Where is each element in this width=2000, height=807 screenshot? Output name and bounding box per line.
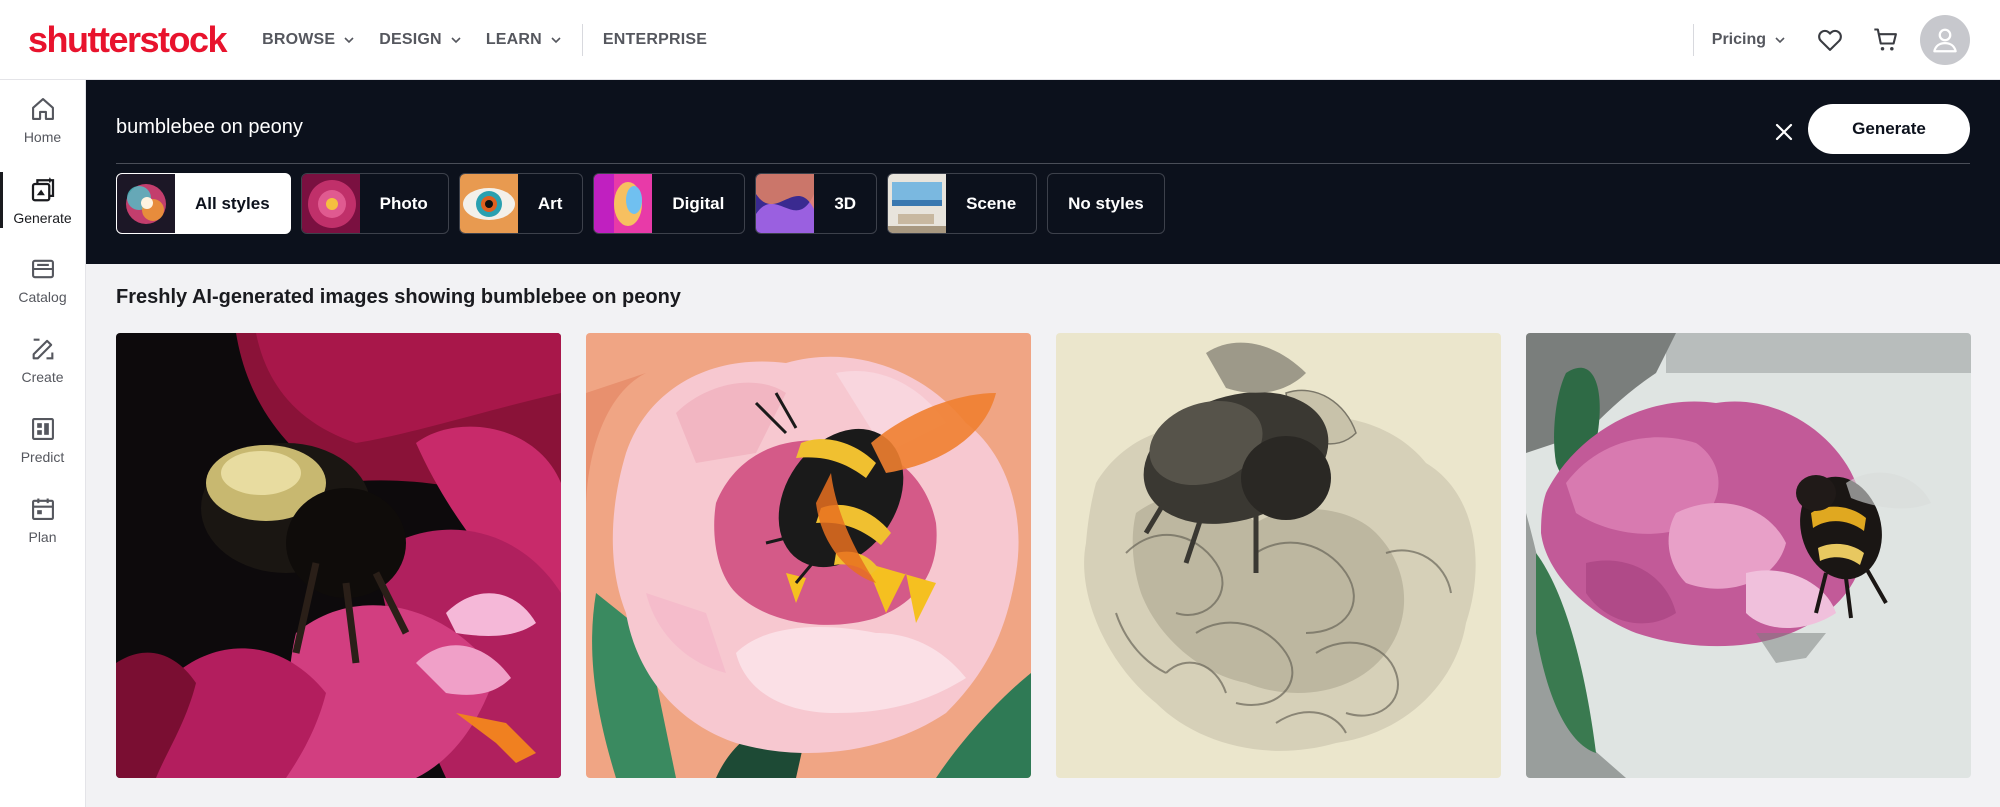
cart-icon [1874, 27, 1897, 50]
style-chip-no-styles[interactable]: No styles [1047, 173, 1165, 234]
3d-thumbnail [756, 174, 815, 233]
nav-enterprise[interactable]: ENTERPRISE [603, 31, 707, 49]
result-image-4[interactable] [1526, 333, 1971, 778]
style-chip-3d[interactable]: 3D [755, 173, 878, 234]
result-image-3[interactable] [1056, 333, 1501, 778]
style-chip-label: No styles [1068, 193, 1144, 213]
nav-divider [1692, 23, 1694, 56]
sidebar-item-generate[interactable]: Generate [0, 160, 85, 240]
results-heading: Freshly AI-generated images showing bumb… [116, 286, 681, 308]
all-styles-thumbnail [117, 174, 175, 233]
sidebar-item-label: Plan [28, 529, 57, 545]
nav-learn-label: LEARN [485, 30, 542, 48]
sidebar-item-catalog[interactable]: Catalog [0, 240, 85, 320]
generate-button[interactable]: Generate [1808, 104, 1970, 154]
chevron-down-icon [451, 36, 461, 43]
style-chip-scene[interactable]: Scene [887, 173, 1038, 234]
sidebar-item-label: Catalog [18, 289, 67, 305]
nav-enterprise-label: ENTERPRISE [602, 30, 708, 48]
user-icon [1933, 28, 1957, 52]
main-nav: BROWSE DESIGN LEARN ENTERPRISE [262, 0, 731, 79]
create-icon [32, 338, 53, 360]
chevron-down-icon [344, 36, 354, 43]
pricing-label: Pricing [1711, 30, 1766, 48]
account-area: Pricing [1692, 0, 2000, 79]
prompt-input[interactable]: bumblebee on peony [116, 116, 303, 139]
bee-peony-photo-white [1526, 333, 1971, 778]
shutterstock-logo[interactable]: shutterstock [28, 19, 228, 61]
photo-thumbnail [301, 174, 360, 233]
style-chip-art[interactable]: Art [458, 173, 584, 234]
nav-divider [581, 23, 583, 56]
nav-design-label: DESIGN [379, 30, 442, 48]
scene-thumbnail [888, 174, 947, 233]
close-icon [1775, 123, 1793, 141]
result-image-1[interactable] [116, 333, 561, 778]
pricing-menu[interactable]: Pricing [1712, 31, 1786, 49]
style-chip-label: 3D [834, 193, 857, 213]
style-chip-all-styles[interactable]: All styles [116, 173, 291, 234]
chevron-down-icon [1775, 36, 1785, 43]
cart-button[interactable] [1864, 18, 1908, 62]
plan-icon [31, 498, 54, 520]
style-chip-label: Photo [379, 193, 428, 213]
sidebar-item-label: Home [23, 129, 62, 145]
bee-peony-photo-dark [116, 333, 561, 778]
generate-icon [31, 177, 54, 202]
sidebar-item-label: Generate [13, 210, 72, 226]
sidebar-item-create[interactable]: Create [0, 320, 85, 400]
result-image-2[interactable] [586, 333, 1031, 778]
nav-learn[interactable]: LEARN [486, 31, 562, 49]
style-chip-label: All styles [195, 193, 270, 213]
results-gallery [116, 333, 1996, 778]
nav-browse[interactable]: BROWSE [262, 31, 355, 49]
nav-browse-label: BROWSE [262, 30, 336, 48]
catalog-icon [31, 259, 54, 279]
left-sidebar: Home Generate Catalog Create Predict Pla… [0, 80, 86, 807]
bee-peony-sketch [1056, 333, 1501, 778]
heart-icon [1818, 29, 1842, 51]
sidebar-item-plan[interactable]: Plan [0, 480, 85, 560]
sidebar-item-label: Predict [20, 449, 65, 465]
home-icon [31, 98, 54, 120]
style-chip-photo[interactable]: Photo [300, 173, 449, 234]
sidebar-item-predict[interactable]: Predict [0, 400, 85, 480]
sidebar-item-home[interactable]: Home [0, 80, 85, 160]
prompt-underline [116, 163, 1970, 164]
art-thumbnail [459, 174, 518, 233]
clear-prompt-button[interactable] [1766, 114, 1802, 150]
bee-peony-illustration [586, 333, 1031, 778]
top-navigation: shutterstock BROWSE DESIGN LEARN ENTERPR… [0, 0, 2000, 80]
style-selector: All styles Photo Art Digital 3D Scene No… [116, 173, 1175, 234]
digital-thumbnail [594, 174, 653, 233]
user-avatar[interactable] [1920, 14, 1970, 65]
style-chip-label: Digital [672, 193, 725, 213]
generate-search-panel: bumblebee on peony Generate All styles P… [86, 80, 2000, 264]
favorites-button[interactable] [1808, 18, 1852, 62]
sidebar-item-label: Create [21, 369, 64, 385]
chevron-down-icon [551, 36, 561, 43]
style-chip-digital[interactable]: Digital [593, 173, 746, 234]
style-chip-label: Scene [966, 193, 1017, 213]
nav-design[interactable]: DESIGN [379, 31, 462, 49]
predict-icon [31, 418, 54, 440]
style-chip-label: Art [537, 193, 563, 213]
